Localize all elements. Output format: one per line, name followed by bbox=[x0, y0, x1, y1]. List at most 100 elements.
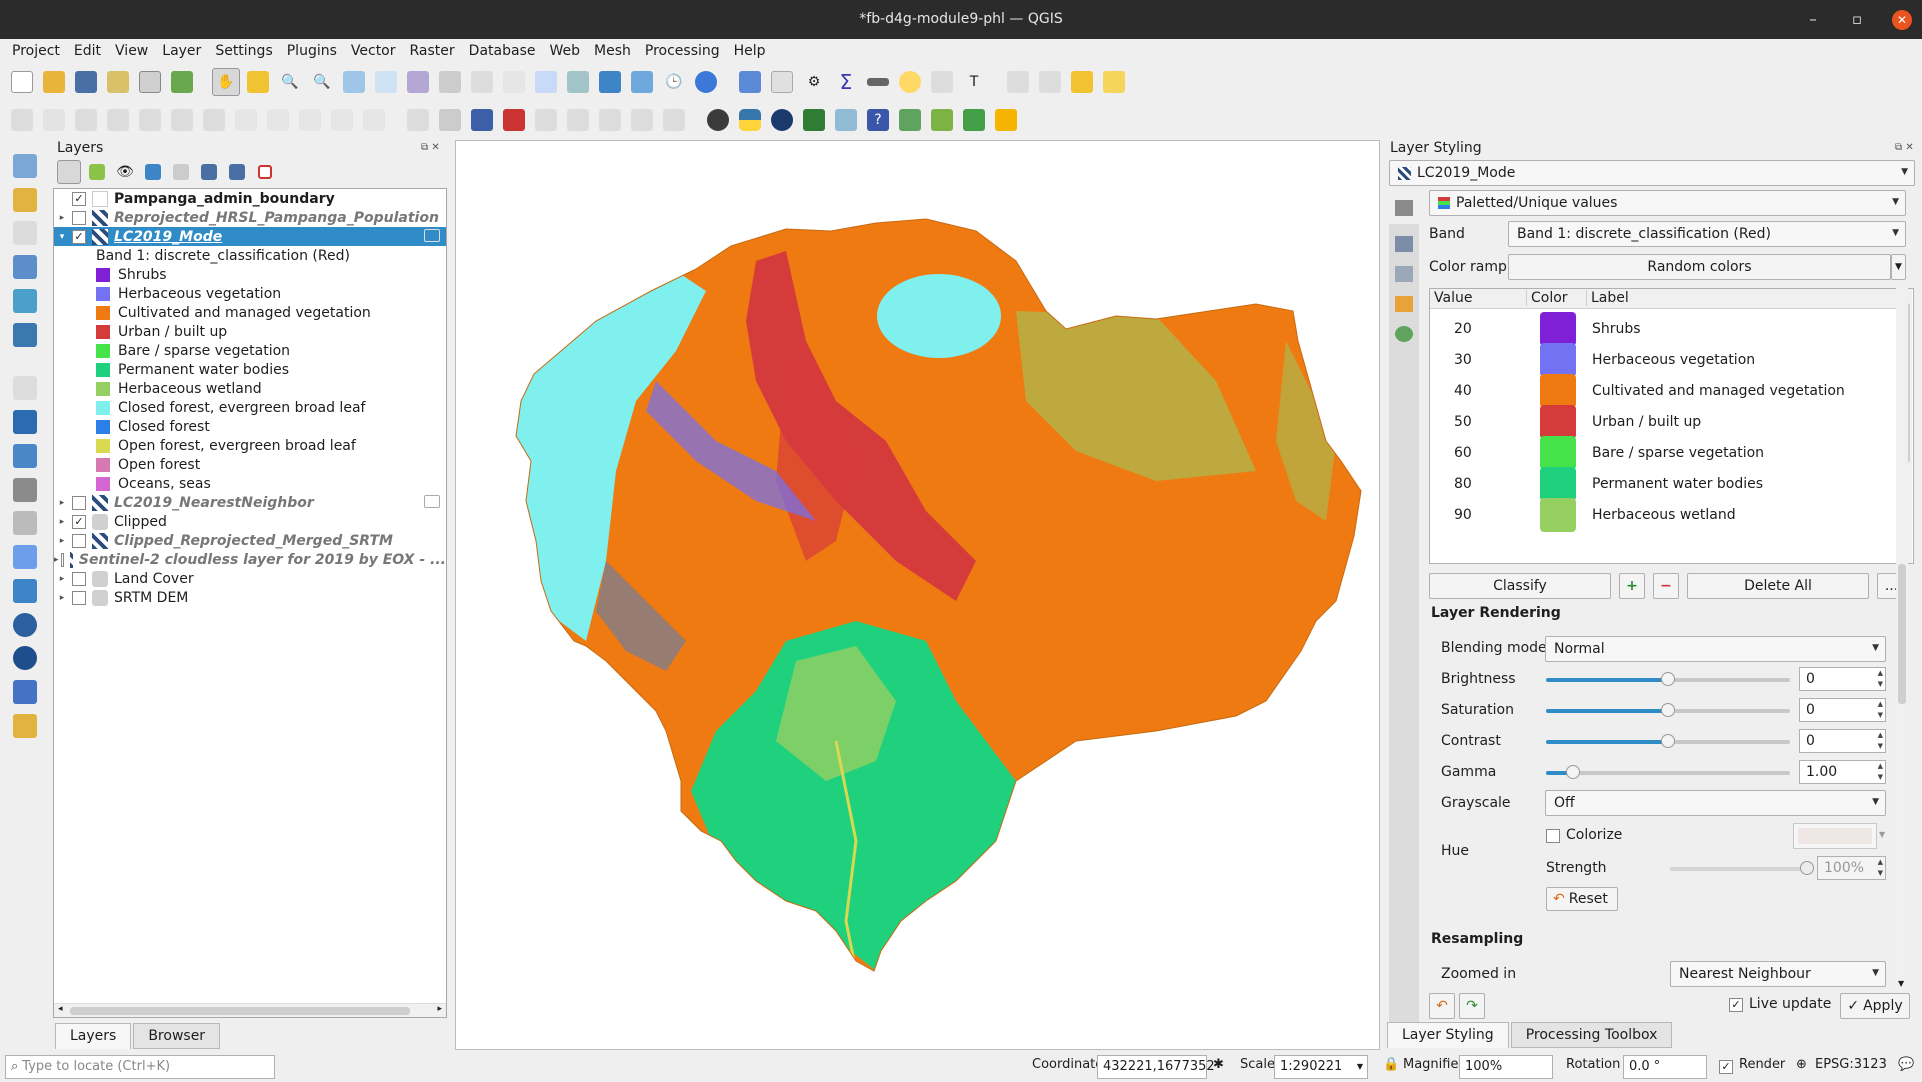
layer-row[interactable]: ▸ Clipped_Reprojected_Merged_SRTM bbox=[54, 531, 446, 550]
layer-checkbox[interactable]: ✓ bbox=[72, 514, 86, 529]
add-wms-icon[interactable] bbox=[11, 476, 39, 504]
column-color[interactable]: Color bbox=[1526, 290, 1568, 306]
brightness-slider[interactable] bbox=[1546, 672, 1790, 686]
tab-layer-styling[interactable]: Layer Styling bbox=[1387, 1022, 1509, 1048]
indicator-icon[interactable] bbox=[424, 229, 440, 242]
processing-icon[interactable] bbox=[896, 106, 924, 134]
remove-layer-icon[interactable] bbox=[253, 160, 277, 184]
column-label[interactable]: Label bbox=[1586, 290, 1629, 306]
data-source-manager-icon[interactable] bbox=[11, 152, 39, 180]
delete-all-button[interactable]: Delete All bbox=[1687, 573, 1869, 599]
class-label[interactable]: Cultivated and managed vegetation bbox=[1592, 383, 1845, 399]
gamma-slider[interactable] bbox=[1546, 765, 1790, 779]
colorize-checkbox[interactable] bbox=[1546, 829, 1560, 843]
locator-input[interactable]: ⌕ Type to locate (Ctrl+K) bbox=[5, 1055, 275, 1079]
strength-slider[interactable] bbox=[1670, 861, 1814, 875]
layer-row[interactable]: ▸ SRTM DEM bbox=[54, 588, 446, 607]
indicator-icon[interactable] bbox=[424, 495, 440, 508]
label-show-icon[interactable] bbox=[628, 106, 656, 134]
add-feature-icon[interactable] bbox=[104, 106, 132, 134]
layer-checkbox[interactable]: ✓ bbox=[72, 191, 86, 206]
add-arcgis-icon[interactable] bbox=[11, 611, 39, 639]
zoom-full-icon[interactable] bbox=[340, 68, 368, 96]
contrast-spinbox[interactable]: 0 ▲ ▼ bbox=[1799, 729, 1886, 753]
reset-button[interactable]: ↶ Reset bbox=[1546, 887, 1618, 911]
menu-vector[interactable]: Vector bbox=[344, 43, 403, 59]
land-cover-map[interactable] bbox=[456, 141, 1380, 1050]
add-vector-icon[interactable] bbox=[11, 186, 39, 214]
layer-checkbox[interactable] bbox=[72, 210, 86, 225]
layer-row[interactable]: ▸ Land Cover bbox=[54, 569, 446, 588]
open-icon[interactable] bbox=[40, 68, 68, 96]
temporal-icon[interactable]: 🕒 bbox=[660, 68, 688, 96]
bookmark-icon[interactable] bbox=[596, 68, 624, 96]
earth-icon[interactable] bbox=[768, 106, 796, 134]
layer-checkbox[interactable] bbox=[72, 533, 86, 548]
brightness-spinbox[interactable]: 0 ▲ ▼ bbox=[1799, 667, 1886, 691]
strength-spinbox[interactable]: 100% ▲ ▼ bbox=[1817, 856, 1886, 880]
redo-icon[interactable] bbox=[360, 106, 388, 134]
tool-icon[interactable] bbox=[992, 106, 1020, 134]
class-label[interactable]: Herbaceous wetland bbox=[1592, 507, 1736, 523]
zoom-next-icon[interactable] bbox=[500, 68, 528, 96]
add-line-icon[interactable] bbox=[11, 220, 39, 248]
color-ramp-button[interactable]: Random colors bbox=[1508, 254, 1891, 280]
menu-mesh[interactable]: Mesh bbox=[587, 43, 638, 59]
attribute-table-icon[interactable] bbox=[768, 68, 796, 96]
sigma-icon[interactable]: Σ bbox=[832, 68, 860, 96]
map-tips-icon[interactable] bbox=[896, 68, 924, 96]
layer-row-hrsl[interactable]: ▸ Reprojected_HRSL_Pampanga_Population bbox=[54, 208, 446, 227]
renderer-combo[interactable]: Paletted/Unique values ▼ bbox=[1429, 190, 1906, 216]
digitize-icon[interactable] bbox=[8, 106, 36, 134]
collapse-all-icon[interactable] bbox=[225, 160, 249, 184]
tab-processing-toolbox[interactable]: Processing Toolbox bbox=[1510, 1022, 1673, 1048]
add-raster-icon[interactable] bbox=[11, 408, 39, 436]
dock-float-icon[interactable]: ⧉ ✕ bbox=[421, 142, 440, 153]
copy-icon[interactable] bbox=[264, 106, 292, 134]
zoomed-in-combo[interactable]: Nearest Neighbour ▼ bbox=[1670, 961, 1886, 987]
layer-checkbox[interactable] bbox=[72, 571, 86, 586]
map-canvas[interactable] bbox=[455, 140, 1380, 1050]
print-layout-icon[interactable] bbox=[136, 68, 164, 96]
gamma-spinbox[interactable]: 1.00 ▲ ▼ bbox=[1799, 760, 1886, 784]
class-label[interactable]: Bare / sparse vegetation bbox=[1592, 445, 1764, 461]
class-value[interactable]: 30 bbox=[1454, 352, 1472, 368]
new-3d-view-icon[interactable] bbox=[564, 68, 592, 96]
class-value[interactable]: 60 bbox=[1454, 445, 1472, 461]
menu-web[interactable]: Web bbox=[542, 43, 587, 59]
render-checkbox[interactable]: ✓ bbox=[1719, 1060, 1733, 1074]
class-label[interactable]: Herbaceous vegetation bbox=[1592, 352, 1755, 368]
scale-combo[interactable]: 1:290221 ▼ bbox=[1274, 1055, 1368, 1079]
add-wfs-icon[interactable] bbox=[11, 510, 39, 538]
class-label[interactable]: Permanent water bodies bbox=[1592, 476, 1763, 492]
expand-all-icon[interactable] bbox=[197, 160, 221, 184]
color-ramp-dropdown-icon[interactable]: ▼ bbox=[1891, 254, 1906, 280]
menu-raster[interactable]: Raster bbox=[403, 43, 462, 59]
menu-view[interactable]: View bbox=[108, 43, 155, 59]
georeferencer-icon[interactable] bbox=[832, 106, 860, 134]
new-map-view-icon[interactable] bbox=[532, 68, 560, 96]
save-icon[interactable] bbox=[72, 68, 100, 96]
maximize-icon[interactable]: ▫ bbox=[1848, 0, 1866, 39]
layer-row-lc2019-mode[interactable]: ▾ ✓ LC2019_Mode bbox=[54, 227, 446, 246]
menu-edit[interactable]: Edit bbox=[67, 43, 108, 59]
menu-help[interactable]: Help bbox=[727, 43, 773, 59]
class-value[interactable]: 80 bbox=[1454, 476, 1472, 492]
vertex-tool-icon[interactable] bbox=[136, 106, 164, 134]
pan-icon[interactable]: ✋ bbox=[212, 68, 240, 96]
histogram-tab-icon[interactable] bbox=[1395, 266, 1413, 282]
zoom-native-icon[interactable] bbox=[436, 68, 464, 96]
rendering-tab-icon[interactable] bbox=[1395, 296, 1413, 312]
label-rotate-icon[interactable] bbox=[564, 106, 592, 134]
menu-layer[interactable]: Layer bbox=[155, 43, 208, 59]
label-abc-icon[interactable] bbox=[468, 106, 496, 134]
menu-settings[interactable]: Settings bbox=[208, 43, 279, 59]
pan-to-selection-icon[interactable] bbox=[244, 68, 272, 96]
cut-icon[interactable] bbox=[232, 106, 260, 134]
filter-map-icon[interactable] bbox=[169, 160, 193, 184]
classify-button[interactable]: Classify bbox=[1429, 573, 1611, 599]
add-virtual-icon[interactable] bbox=[11, 321, 39, 349]
add-vector-tile-icon[interactable] bbox=[11, 678, 39, 706]
zoom-last-icon[interactable] bbox=[468, 68, 496, 96]
layer-selector[interactable]: LC2019_Mode ▼ bbox=[1389, 160, 1915, 186]
